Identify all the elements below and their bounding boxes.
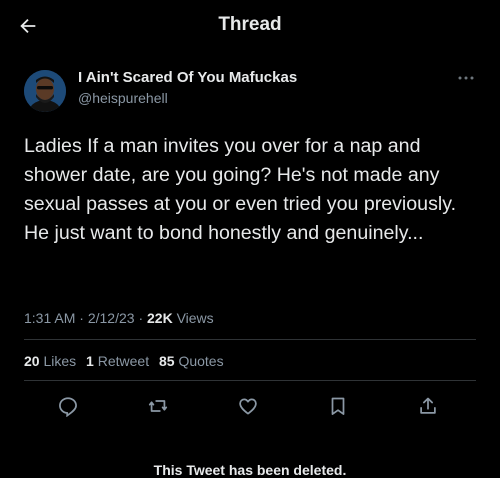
avatar-image (24, 70, 66, 112)
tweet-stats: 20 Likes 1 Retweet 85 Quotes (24, 353, 230, 369)
author-name[interactable]: I Ain't Scared Of You Mafuckas (78, 69, 297, 86)
retweets-stat[interactable]: 1 Retweet (86, 353, 149, 369)
reply-icon (59, 397, 77, 417)
views-count: 22K (147, 310, 173, 326)
bookmark-icon (331, 397, 345, 415)
more-options-button[interactable] (454, 70, 478, 86)
likes-count: 20 (24, 353, 40, 369)
likes-label: Likes (43, 353, 77, 369)
tweet-date[interactable]: 2/12/23 (88, 310, 135, 326)
reply-button[interactable] (52, 390, 84, 422)
top-bar: Thread (0, 0, 500, 52)
quotes-count: 85 (158, 353, 175, 369)
deleted-notice: This Tweet has been deleted. (153, 462, 347, 478)
tweet-meta: 1:31 AM · 2/12/23 · 22K Views (24, 310, 214, 326)
more-dots-icon (458, 76, 474, 80)
share-icon (420, 397, 436, 414)
divider (24, 380, 476, 381)
meta-separator: · (79, 310, 84, 326)
author-handle[interactable]: @heispurehell (78, 90, 168, 106)
share-button[interactable] (412, 390, 444, 422)
likes-stat[interactable]: 20 Likes (24, 353, 76, 369)
action-bar (0, 390, 500, 424)
retweet-button[interactable] (142, 390, 174, 422)
retweets-label: Retweet (97, 353, 150, 369)
page-title: Thread (218, 14, 282, 35)
tweet-time[interactable]: 1:31 AM (24, 310, 75, 326)
bookmark-button[interactable] (322, 390, 354, 422)
like-button[interactable] (232, 390, 264, 422)
quotes-label: Quotes (178, 353, 224, 369)
tweet-text: Ladies If a man invites you over for a n… (24, 135, 457, 244)
retweets-count: 1 (86, 353, 94, 369)
quotes-stat[interactable]: 85 Quotes (159, 353, 224, 369)
meta-separator: · (138, 310, 144, 326)
tweet: I Ain't Scared Of You Mafuckas @heispure… (0, 52, 500, 450)
divider (24, 339, 476, 340)
like-icon (239, 398, 257, 415)
views-label: Views (176, 310, 214, 326)
retweet-icon (148, 400, 168, 412)
avatar[interactable] (24, 70, 66, 112)
